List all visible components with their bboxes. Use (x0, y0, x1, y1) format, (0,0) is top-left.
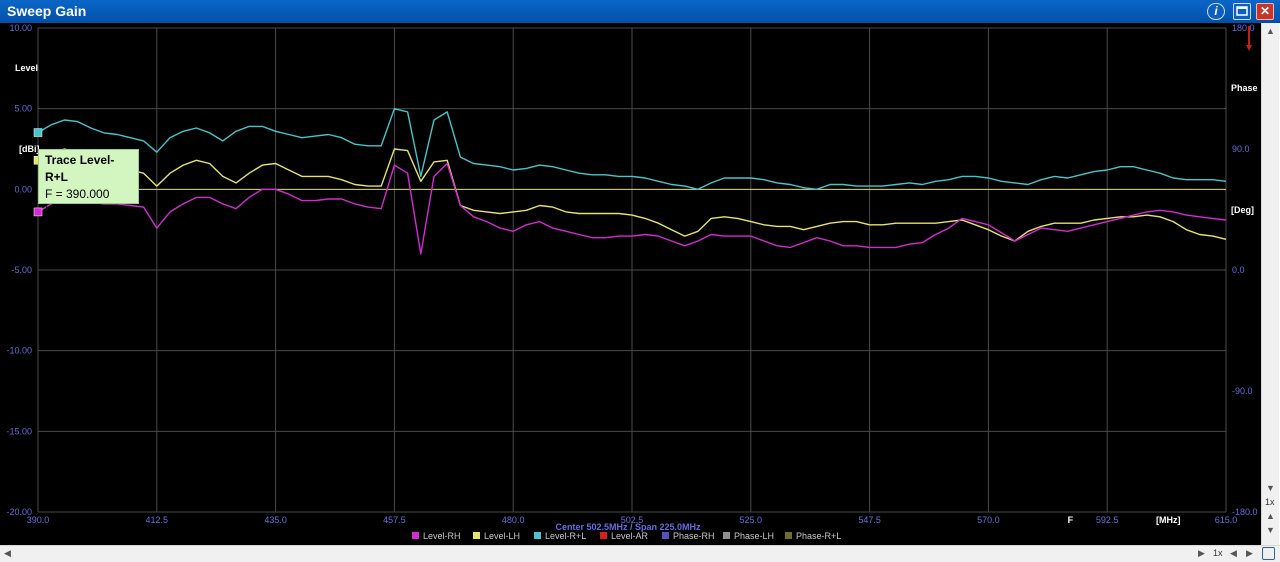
legend-label: Level-AR (611, 531, 649, 541)
scroll-up-icon[interactable]: ▲ (1266, 26, 1275, 36)
y-left-tick-label: 10.00 (9, 23, 32, 33)
vertical-scrollbar[interactable]: ▲ ▼ 1x ▲ ▼ (1261, 23, 1279, 546)
trace-tooltip: Trace Level-R+L F = 390.000 MHz: Level =… (38, 149, 139, 235)
legend-swatch (662, 532, 669, 539)
y-right-tick-label: 90.0 (1232, 144, 1250, 154)
plot-background (0, 23, 1261, 545)
x-tick-label: 390.0 (27, 515, 50, 525)
legend-swatch (785, 532, 792, 539)
y-right-tick-label: 180.0 (1232, 23, 1255, 33)
x-tick-label: 592.5 (1096, 515, 1119, 525)
scroll-right-icon[interactable]: ▶ (1198, 548, 1205, 559)
y-right-tick-label: 0.0 (1232, 265, 1245, 275)
x-tick-label: 435.0 (264, 515, 287, 525)
scroll-left-small-icon[interactable]: ◀ (1230, 548, 1237, 559)
tooltip-title: Trace Level-R+L (45, 153, 115, 184)
info-icon[interactable]: i (1207, 3, 1225, 20)
x-tick-label: 615.0 (1215, 515, 1238, 525)
horizontal-scrollbar[interactable]: ◀ ▶ 1x ◀ ▶ (0, 545, 1280, 562)
legend-label: Level-LH (484, 531, 520, 541)
scroll-down-small-icon[interactable]: ▼ (1266, 525, 1275, 535)
legend-swatch (723, 532, 730, 539)
x-tick-label: 480.0 (502, 515, 525, 525)
sweep-gain-window: Sweep Gain i ✕ 10.00 5.00 0.00 -5.00 -10.00 -… (0, 0, 1280, 562)
center-span-label: Center 502.5MHz / Span 225.0MHz (555, 522, 701, 532)
scroll-right-small-icon[interactable]: ▶ (1246, 548, 1253, 559)
y-left-unit: [dBi] (19, 144, 40, 154)
legend-swatch (412, 532, 419, 539)
y-right-unit: [Deg] (1231, 205, 1254, 215)
maximize-icon[interactable] (1233, 3, 1251, 20)
x-tick-label: 412.5 (146, 515, 169, 525)
x-tick-label: 570.0 (977, 515, 1000, 525)
trace-marker-level-r-l[interactable] (33, 128, 43, 137)
y-right-tick-label: -90.0 (1232, 386, 1253, 396)
legend-label: Phase-RH (673, 531, 715, 541)
x-tick-label: 525.0 (740, 515, 763, 525)
vertical-zoom-label[interactable]: 1x (1265, 497, 1275, 507)
marker-f-label: F (1068, 515, 1074, 525)
legend-label: Level-R+L (545, 531, 586, 541)
scroll-down-icon[interactable]: ▼ (1266, 483, 1275, 493)
y-left-tick-label: 5.00 (14, 104, 32, 114)
y-left-tick-label: -10.00 (6, 346, 32, 356)
plot-area[interactable]: 10.005.000.00-5.00-10.00-15.00-20.00 180… (0, 23, 1261, 545)
window-title: Sweep Gain (7, 3, 87, 19)
x-unit-label: [MHz] (1156, 515, 1181, 525)
title-bar: Sweep Gain i ✕ (0, 0, 1280, 23)
legend-swatch (534, 532, 541, 539)
y-left-tick-label: -5.00 (11, 265, 32, 275)
legend-label: Phase-LH (734, 531, 774, 541)
legend-swatch (473, 532, 480, 539)
tooltip-level: Level = 3.52 dBi (45, 221, 132, 235)
horizontal-zoom-label[interactable]: 1x (1213, 548, 1223, 558)
trace-marker-level-rh[interactable] (33, 207, 43, 217)
y-left-label: Level (15, 63, 38, 73)
x-tick-label: 547.5 (858, 515, 881, 525)
y-right-label: Phase (1231, 83, 1258, 93)
y-left-tick-label: -15.00 (6, 426, 32, 436)
tooltip-frequency: F = 390.000 MHz: (45, 187, 110, 218)
scroll-up-small-icon[interactable]: ▲ (1266, 511, 1275, 521)
y-left-tick-label: 0.00 (14, 184, 32, 194)
legend-label: Phase-R+L (796, 531, 841, 541)
close-icon[interactable]: ✕ (1256, 3, 1274, 20)
corner-box-icon[interactable] (1262, 547, 1275, 560)
legend-swatch (600, 532, 607, 539)
scroll-left-icon[interactable]: ◀ (4, 548, 11, 559)
x-tick-label: 457.5 (383, 515, 406, 525)
legend-label: Level-RH (423, 531, 461, 541)
